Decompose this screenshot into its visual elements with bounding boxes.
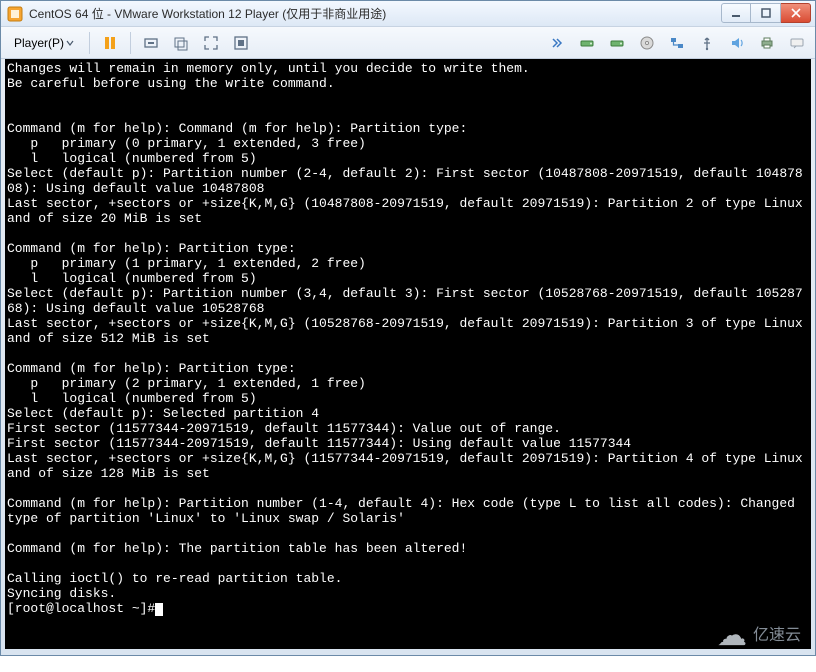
snapshot-button[interactable] — [169, 31, 193, 55]
send-ctrl-alt-del-button[interactable] — [139, 31, 163, 55]
printer-icon[interactable] — [755, 31, 779, 55]
terminal-text: Changes will remain in memory only, unti… — [7, 61, 811, 616]
hard-disk-2-icon[interactable] — [605, 31, 629, 55]
window-controls — [721, 3, 811, 23]
fullscreen-button[interactable] — [199, 31, 223, 55]
sound-icon[interactable] — [725, 31, 749, 55]
window-title: CentOS 64 位 - VMware Workstation 12 Play… — [29, 5, 386, 22]
maximize-button[interactable] — [751, 3, 781, 23]
minimize-button[interactable] — [721, 3, 751, 23]
watermark: ☁ 亿速云 — [717, 628, 801, 643]
player-menu-label: Player(P) — [14, 36, 64, 50]
player-menu[interactable]: Player(P) — [7, 32, 81, 54]
terminal-output[interactable]: Changes will remain in memory only, unti… — [5, 59, 811, 649]
terminal-cursor — [155, 603, 163, 616]
titlebar: CentOS 64 位 - VMware Workstation 12 Play… — [1, 1, 815, 27]
message-icon[interactable] — [785, 31, 809, 55]
window-frame: CentOS 64 位 - VMware Workstation 12 Play… — [0, 0, 816, 656]
close-button[interactable] — [781, 3, 811, 23]
toolbar-separator — [89, 32, 90, 54]
unity-button[interactable] — [229, 31, 253, 55]
toolbar: Player(P) — [1, 27, 815, 59]
network-adapter-icon[interactable] — [665, 31, 689, 55]
toolbar-separator — [130, 32, 131, 54]
expand-toolbar-button[interactable] — [545, 31, 569, 55]
vmware-app-icon — [7, 6, 23, 22]
usb-icon[interactable] — [695, 31, 719, 55]
pause-button[interactable] — [98, 31, 122, 55]
chevron-down-icon — [66, 39, 74, 47]
cd-dvd-icon[interactable] — [635, 31, 659, 55]
hard-disk-icon[interactable] — [575, 31, 599, 55]
watermark-text: 亿速云 — [753, 628, 801, 643]
